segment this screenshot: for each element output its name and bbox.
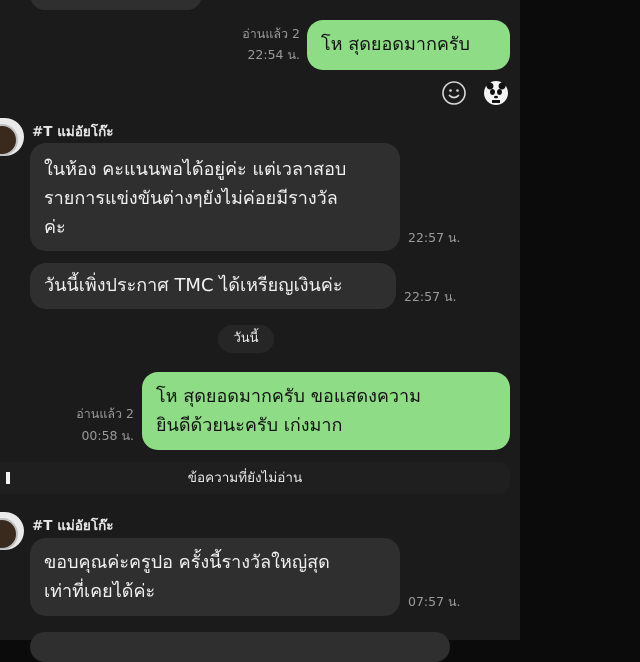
sender-name: #T แม่อัยโก๊ะ bbox=[32, 518, 114, 534]
incoming-message-bubble[interactable]: ในห้อง คะแนนพอได้อยู่ค่ะ แต่เวลาสอบ รายก… bbox=[30, 143, 400, 251]
message-time: 22:54 น. bbox=[247, 47, 300, 62]
read-receipt: อ่านแล้ว 2 bbox=[242, 26, 300, 41]
message-time: 07:57 น. bbox=[408, 594, 461, 609]
message-time: 00:58 น. bbox=[81, 428, 134, 443]
message-line: ยินดีด้วยนะครับ เก่งมาก bbox=[156, 415, 343, 436]
date-divider: วันนี้ bbox=[218, 325, 274, 353]
outgoing-message-bubble[interactable]: โห สุดยอดมากครับ bbox=[307, 20, 510, 70]
message-line: โห สุดยอดมากครับ ขอแสดงความ bbox=[156, 386, 422, 407]
unread-divider: ข้อความที่ยังไม่อ่าน bbox=[0, 462, 510, 494]
message-line: ค่ะ bbox=[44, 217, 66, 238]
message-line: ขอบคุณค่ะครูปอ ครั้งนี้รางวัลใหญ่สุด bbox=[44, 552, 330, 573]
incoming-message-bubble[interactable]: ขอบคุณค่ะครูปอ ครั้งนี้รางวัลใหญ่สุด เท่… bbox=[30, 538, 400, 616]
message-bubble-partial bbox=[30, 0, 202, 10]
message-line: ในห้อง คะแนนพอได้อยู่ค่ะ แต่เวลาสอบ bbox=[44, 159, 347, 180]
read-receipt: อ่านแล้ว 2 bbox=[76, 406, 134, 421]
message-time: 22:57 น. bbox=[408, 230, 461, 245]
smiley-icon[interactable] bbox=[441, 80, 467, 106]
panda-sticker-icon[interactable] bbox=[483, 80, 509, 106]
unread-divider-label: ข้อความที่ยังไม่อ่าน bbox=[187, 470, 303, 486]
sender-name: #T แม่อัยโก๊ะ bbox=[32, 124, 114, 140]
background-strip bbox=[520, 0, 640, 640]
incoming-message-bubble[interactable]: วันนี้เพิ่งประกาศ TMC ได้เหรียญเงินค่ะ bbox=[30, 263, 396, 309]
message-bubble-partial bbox=[30, 632, 450, 662]
outgoing-message-bubble[interactable]: โห สุดยอดมากครับ ขอแสดงความ ยินดีด้วยนะค… bbox=[142, 372, 510, 450]
message-line: รายการแข่งขันต่างๆยังไม่ค่อยมีรางวัล bbox=[44, 188, 338, 209]
message-time: 22:57 น. bbox=[404, 289, 457, 304]
message-line: เท่าที่เคยได้ค่ะ bbox=[44, 581, 156, 602]
